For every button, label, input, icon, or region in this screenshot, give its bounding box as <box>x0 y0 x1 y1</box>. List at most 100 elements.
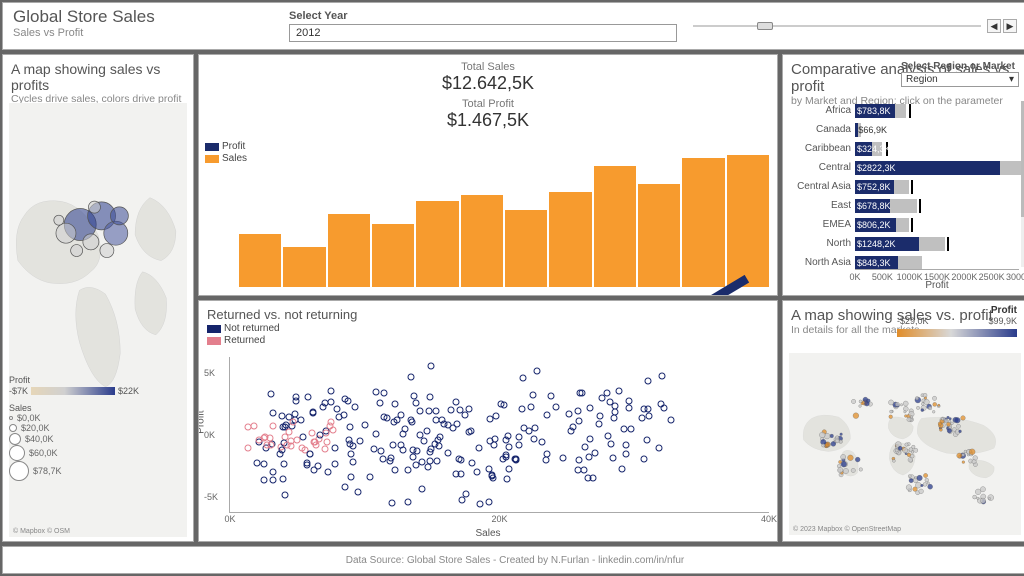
scatter-point <box>485 499 492 506</box>
world-map-legend: Profit -$29,0K$99,9K <box>897 305 1017 340</box>
scatter-chart[interactable]: 5K0K-5K0K20K40K <box>229 357 769 513</box>
scatter-point <box>610 414 617 421</box>
right-profit-gradient <box>31 387 115 395</box>
scatter-point <box>589 474 596 481</box>
scatter-point <box>604 389 611 396</box>
comparative-row[interactable]: North$1248,2K <box>855 234 1019 253</box>
comparative-x-tick: 1500K <box>924 272 950 282</box>
monthly-bar-chart[interactable] <box>239 155 769 287</box>
scatter-point <box>260 461 267 468</box>
scatter-point <box>515 441 522 448</box>
scatter-point <box>534 367 541 374</box>
scatter-point <box>659 372 666 379</box>
scatter-point <box>596 412 603 419</box>
comparative-bar-value: $66,9K <box>858 123 887 137</box>
scatter-point <box>380 390 387 397</box>
scatter-point <box>377 448 384 455</box>
scatter-point <box>506 465 513 472</box>
comparative-bar-value: $678,8K <box>857 199 891 213</box>
right-sales-legend-label: Sales <box>9 403 139 413</box>
scatter-point <box>466 428 473 435</box>
scatter-point <box>452 399 459 406</box>
scatter-point <box>552 403 559 410</box>
scatter-point <box>538 438 545 445</box>
scatter-point <box>643 437 650 444</box>
scatter-point <box>405 499 412 506</box>
scatter-point <box>667 416 674 423</box>
scatter-point <box>512 455 519 462</box>
comparative-row[interactable]: EMEA$806,2K <box>855 215 1019 234</box>
scatter-point <box>486 438 493 445</box>
scatter-point <box>497 400 504 407</box>
comparative-row[interactable]: Caribbean$324,3K <box>855 139 1019 158</box>
slider-next-button[interactable]: ▶ <box>1003 19 1017 33</box>
footer-text: Data Source: Global Store Sales - Create… <box>346 555 685 566</box>
scatter-point <box>320 403 327 410</box>
world-map-legend-high: $99,9K <box>988 316 1017 326</box>
comparative-bar-chart[interactable]: Africa$783,8KCanada$66,9KCaribbean$324,3… <box>855 101 1019 267</box>
comparative-row[interactable]: Africa$783,8K <box>855 101 1019 120</box>
scatter-point <box>376 399 383 406</box>
scatter-point <box>328 399 335 406</box>
scatter-x-tick: 20K <box>491 514 507 524</box>
scatter-point <box>293 437 300 444</box>
scatter-point <box>476 445 483 452</box>
scatter-point <box>254 459 261 466</box>
scatter-point <box>268 391 275 398</box>
scatter-point <box>322 446 329 453</box>
comparative-row[interactable]: East$678,8K <box>855 196 1019 215</box>
scatter-point <box>281 461 288 468</box>
scatter-point <box>452 471 459 478</box>
scatter-point <box>489 472 496 479</box>
scatter-point <box>565 410 572 417</box>
scatter-point <box>477 500 484 507</box>
right-profit-low: -$7K <box>9 386 28 396</box>
comparative-x-tick: 2500K <box>979 272 1005 282</box>
total-profit-value: $1.467,5K <box>207 110 769 131</box>
scatter-x-title: Sales <box>475 528 500 539</box>
scatter-point <box>428 446 435 453</box>
world-map-canvas[interactable]: © 2023 Mapbox © OpenStreetMap <box>789 353 1021 535</box>
kpi-legend-profit: Profit <box>205 141 247 152</box>
scatter-point <box>298 417 305 424</box>
scatter-point <box>311 439 318 446</box>
comparative-row[interactable]: Canada$66,9K <box>855 120 1019 139</box>
scatter-point <box>646 412 653 419</box>
scatter-point <box>416 407 423 414</box>
scatter-point <box>280 476 287 483</box>
scatter-point <box>547 392 554 399</box>
scatter-point <box>306 450 313 457</box>
scatter-point <box>661 404 668 411</box>
scatter-point <box>250 423 257 430</box>
scatter-point <box>527 404 534 411</box>
scatter-point <box>608 440 615 447</box>
scatter-point <box>323 439 330 446</box>
scatter-point <box>445 422 452 429</box>
scatter-point <box>531 435 538 442</box>
region-param-value: Region <box>906 74 938 85</box>
scatter-point <box>587 405 594 412</box>
comparative-row[interactable]: Central$2822,3K <box>855 158 1019 177</box>
comparative-x-tick: 2000K <box>951 272 977 282</box>
scatter-point <box>264 442 271 449</box>
year-param-input[interactable]: 2012 <box>289 24 677 42</box>
monthly-bar <box>727 155 769 287</box>
scatter-point <box>586 436 593 443</box>
year-slider-thumb[interactable] <box>757 22 773 30</box>
year-slider[interactable] <box>693 20 981 32</box>
scatter-point <box>399 430 406 437</box>
scatter-point <box>410 453 417 460</box>
comparative-row-label: North <box>789 238 851 249</box>
scatter-point <box>544 450 551 457</box>
scatter-point <box>568 427 575 434</box>
slider-prev-button[interactable]: ◀ <box>987 19 1001 33</box>
scatter-point <box>591 449 598 456</box>
scatter-point <box>543 456 550 463</box>
region-param-select[interactable]: Region ▾ <box>901 72 1019 87</box>
scatter-point <box>355 489 362 496</box>
scatter-point <box>456 407 463 414</box>
scatter-point <box>639 414 646 421</box>
comparative-row[interactable]: Central Asia$752,8K <box>855 177 1019 196</box>
scatter-point <box>324 468 331 475</box>
scatter-point <box>317 432 324 439</box>
